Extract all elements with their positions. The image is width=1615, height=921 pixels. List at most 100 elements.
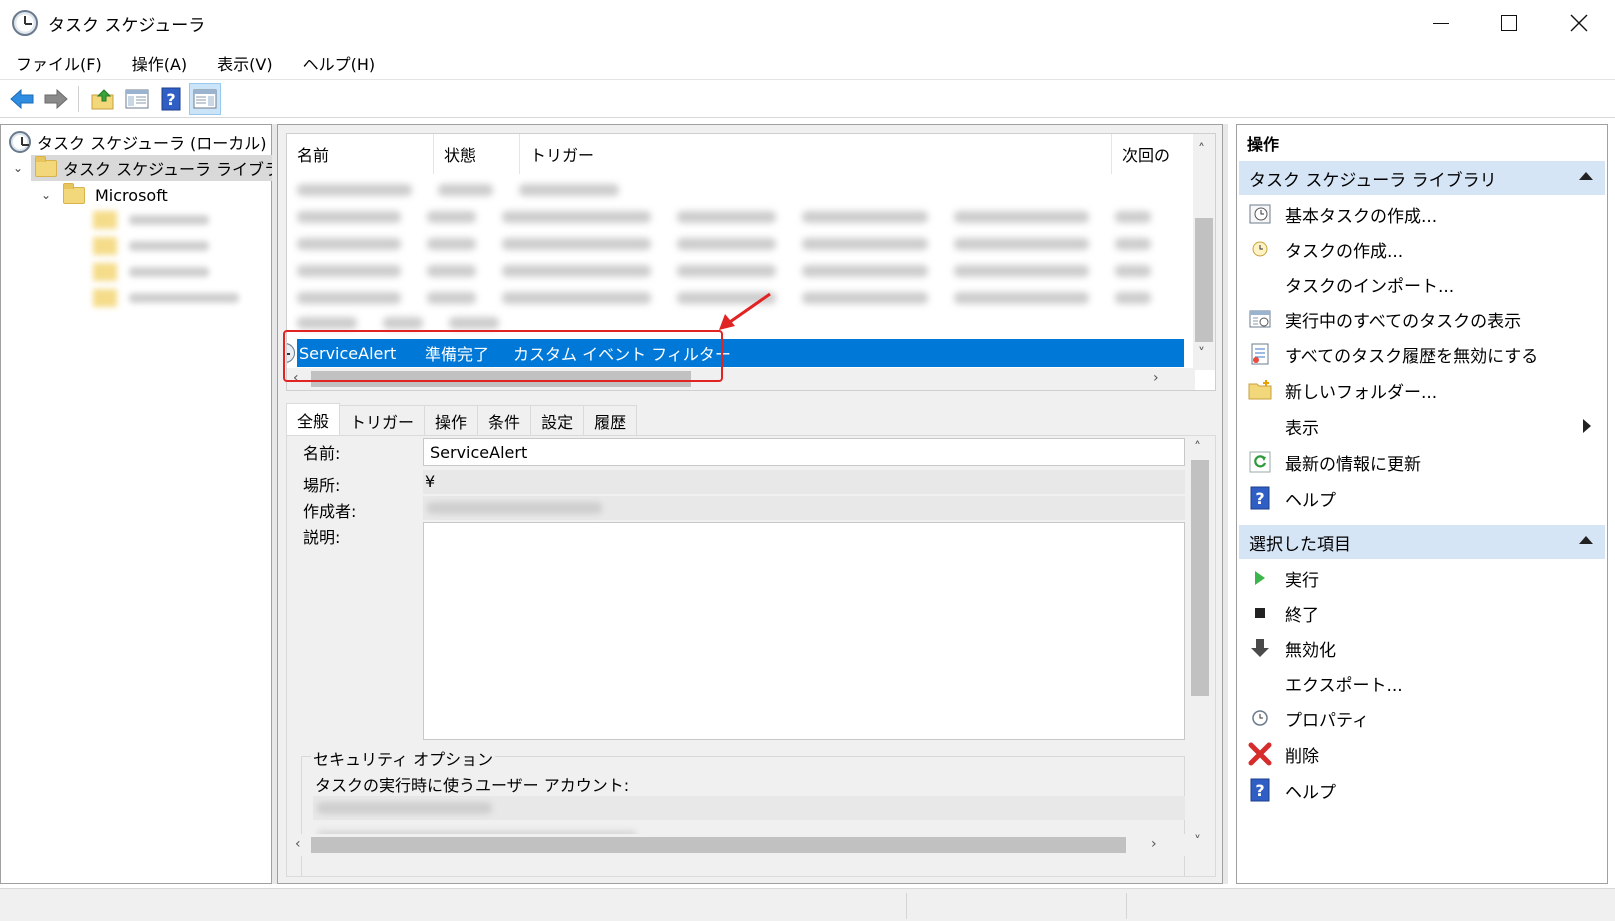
action-disable-all-task-history[interactable]: すべてのタスク履歴を無効にする [1247, 337, 1597, 371]
details-vertical-scrollbar[interactable]: ˄ ˅ [1189, 436, 1211, 856]
menu-action[interactable]: 操作(A) [116, 51, 201, 75]
collapse-up-icon[interactable] [1579, 172, 1593, 180]
show-hide-console-tree-button[interactable] [121, 83, 153, 115]
column-header-trigger[interactable]: トリガー [520, 134, 1112, 174]
tab-history[interactable]: 履歴 [583, 405, 638, 435]
action-delete[interactable]: 削除 [1247, 737, 1597, 771]
action-new-folder[interactable]: 新しいフォルダー... [1247, 373, 1597, 407]
table-row[interactable] [297, 236, 1177, 252]
scroll-right-icon[interactable]: › [1151, 836, 1157, 852]
general-details-panel: 名前: ServiceAlert 場所: ¥ 作成者: 説明: セキュリティ オ… [286, 435, 1216, 877]
tab-conditions[interactable]: 条件 [477, 405, 532, 435]
scroll-left-icon[interactable]: ‹ [293, 370, 299, 386]
scroll-up-icon[interactable]: ˄ [1194, 440, 1201, 456]
description-field[interactable] [423, 522, 1185, 740]
scroll-thumb[interactable] [311, 371, 691, 387]
scroll-right-icon[interactable]: › [1153, 370, 1159, 386]
tree-microsoft-node[interactable]: ⌄ Microsoft [39, 182, 168, 208]
table-row[interactable] [297, 209, 1177, 225]
menu-bar: ファイル(F) 操作(A) 表示(V) ヘルプ(H) [0, 46, 1615, 80]
tree-library-selected[interactable]: タスク スケジューラ ライブラリ [31, 155, 303, 181]
action-help-selected[interactable]: ? ヘルプ [1247, 773, 1597, 807]
detail-tabs: 全般 トリガー 操作 条件 設定 履歴 [286, 403, 1216, 435]
show-hide-action-pane-icon [193, 89, 217, 108]
show-hide-console-tree-icon [125, 89, 149, 108]
action-show-running-tasks[interactable]: 実行中のすべてのタスクの表示 [1247, 302, 1597, 336]
pane-splitter[interactable] [1223, 124, 1228, 884]
scroll-left-icon[interactable]: ‹ [295, 836, 301, 852]
action-create-task[interactable]: タスクの作成... [1247, 232, 1597, 266]
svg-text:?: ? [1255, 781, 1264, 800]
column-header-status[interactable]: 状態 [434, 134, 520, 174]
back-button[interactable] [6, 83, 38, 115]
delete-icon [1247, 741, 1273, 767]
toolbar-separator [78, 85, 79, 112]
help-icon: ? [161, 87, 181, 110]
show-hide-action-pane-button[interactable] [189, 82, 221, 115]
tab-general[interactable]: 全般 [286, 403, 341, 435]
scroll-thumb[interactable] [311, 837, 1126, 853]
table-row-selected[interactable]: ServiceAlert 準備完了 カスタム イベント フィルター [287, 339, 1184, 367]
table-row[interactable] [297, 263, 1177, 279]
action-export[interactable]: エクスポート... [1247, 666, 1597, 700]
minimize-button[interactable] [1407, 0, 1475, 46]
tree-blurred-item[interactable] [93, 209, 253, 231]
folder-icon [63, 182, 85, 204]
library-folder-icon [35, 155, 57, 177]
tab-triggers[interactable]: トリガー [339, 405, 426, 435]
scroll-down-icon[interactable]: ˅ [1194, 834, 1201, 850]
properties-icon [1247, 705, 1273, 731]
selected-task-name: ServiceAlert [299, 343, 397, 363]
action-run[interactable]: 実行 [1247, 561, 1597, 595]
task-list-vertical-scrollbar[interactable]: ˄ ˅ [1193, 134, 1215, 370]
section-selected-item-header[interactable]: 選択した項目 [1239, 525, 1605, 559]
scroll-thumb[interactable] [1191, 460, 1209, 696]
table-row[interactable] [297, 182, 1177, 198]
details-horizontal-scrollbar[interactable]: ‹ › [287, 834, 1185, 856]
chevron-down-icon[interactable]: ⌄ [39, 188, 53, 202]
menu-help[interactable]: ヘルプ(H) [287, 51, 390, 75]
close-button[interactable] [1545, 0, 1613, 46]
tree-root-label: タスク スケジューラ (ローカル) [37, 134, 267, 153]
task-clock-icon [287, 343, 295, 363]
section-library-header[interactable]: タスク スケジューラ ライブラリ [1239, 161, 1605, 195]
tree-microsoft-label: Microsoft [95, 185, 168, 205]
tree-blurred-item[interactable] [93, 235, 253, 257]
create-task-icon [1247, 236, 1273, 262]
task-list-horizontal-scrollbar[interactable]: ‹ › [287, 368, 1195, 390]
action-refresh[interactable]: 最新の情報に更新 [1247, 445, 1597, 479]
action-view-menu[interactable]: 表示 [1247, 409, 1597, 443]
menu-view[interactable]: 表示(V) [201, 51, 286, 75]
forward-button[interactable] [40, 83, 72, 115]
tree-library-node[interactable]: ⌄ タスク スケジューラ ライブラリ [11, 155, 303, 181]
action-end[interactable]: 終了 [1247, 596, 1597, 630]
menu-file[interactable]: ファイル(F) [0, 51, 116, 75]
column-header-name[interactable]: 名前 [287, 134, 434, 174]
action-properties[interactable]: プロパティ [1247, 701, 1597, 735]
maximize-button[interactable] [1475, 0, 1543, 46]
tab-actions[interactable]: 操作 [424, 405, 479, 435]
scroll-down-icon[interactable]: ˅ [1198, 346, 1205, 362]
collapse-up-icon[interactable] [1579, 536, 1593, 544]
tree-blurred-item[interactable] [93, 261, 253, 283]
column-header-next-run[interactable]: 次回の [1112, 134, 1187, 174]
stop-icon [1247, 600, 1273, 626]
location-field[interactable] [423, 470, 1185, 494]
tab-settings[interactable]: 設定 [530, 405, 585, 435]
help-button[interactable]: ? [155, 83, 187, 115]
tree-library-label: タスク スケジューラ ライブラリ [63, 160, 297, 179]
action-help[interactable]: ? ヘルプ [1247, 481, 1597, 515]
task-history-icon [1247, 341, 1273, 367]
action-disable[interactable]: 無効化 [1247, 631, 1597, 665]
center-pane: 名前 状態 トリガー 次回の ServiceAlert 準備完了 カスタム イベ… [277, 124, 1223, 884]
tree-root-node[interactable]: タスク スケジューラ (ローカル) [9, 129, 267, 155]
tree-blurred-item[interactable] [93, 287, 253, 309]
task-name-field[interactable]: ServiceAlert [423, 438, 1185, 466]
action-import-task[interactable]: タスクのインポート... [1247, 267, 1597, 301]
scroll-thumb[interactable] [1195, 218, 1213, 342]
scroll-up-icon[interactable]: ˄ [1198, 142, 1205, 158]
action-create-basic-task[interactable]: 基本タスクの作成... [1247, 197, 1597, 231]
chevron-down-icon[interactable]: ⌄ [11, 161, 25, 175]
task-list: 名前 状態 トリガー 次回の ServiceAlert 準備完了 カスタム イベ… [286, 133, 1216, 391]
up-one-level-button[interactable] [87, 83, 119, 115]
